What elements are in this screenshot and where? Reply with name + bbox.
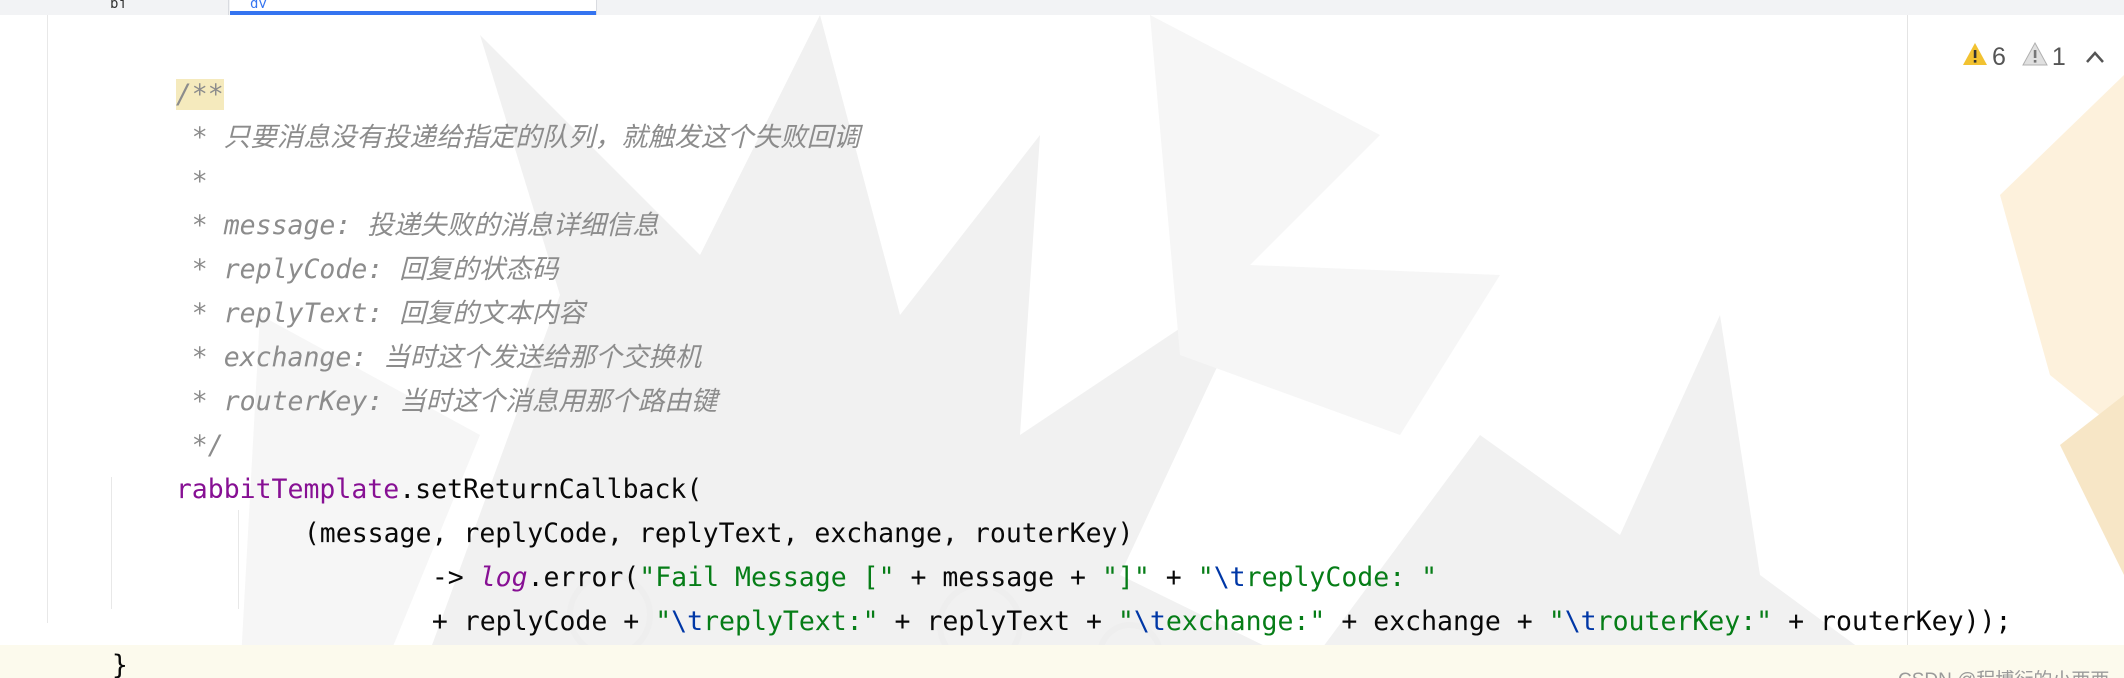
inspections-widget[interactable]: 6 1 <box>1962 39 2106 75</box>
code-line[interactable]: * 只要消息没有投递给指定的队列，就触发这个失败回调 <box>112 72 860 153</box>
closing-brace: } <box>111 650 128 678</box>
code-line[interactable]: * routerKey: 当时这个消息用那个路由键 <box>112 336 717 417</box>
string-literal-quote: " <box>1117 606 1134 637</box>
code-line[interactable]: * message: 投递失败的消息详细信息 <box>112 160 659 241</box>
chevron-up-icon[interactable] <box>2084 43 2106 72</box>
string-literal: routerKey:" <box>1596 606 1773 637</box>
code-line[interactable]: -> log.error("Fail Message [" + message … <box>368 512 1437 593</box>
string-literal: replyText:" <box>703 606 879 637</box>
string-literal: exchange:" <box>1165 606 1326 637</box>
tab-label: gy <box>250 0 267 8</box>
code-line[interactable]: * replyCode: 回复的状态码 <box>112 204 558 285</box>
expression: + routerKey)); <box>1772 606 2012 637</box>
escape-sequence: \t <box>671 606 704 637</box>
weak-warning-icon <box>2022 41 2048 73</box>
string-literal-quote: " <box>655 606 672 637</box>
code-line[interactable]: * <box>112 116 208 197</box>
expression: + exchange + <box>1325 606 1549 637</box>
editor-tab-bar: pj gy <box>0 0 2124 16</box>
code-line[interactable]: */ <box>112 380 224 461</box>
code-line[interactable]: rabbitTemplate.setReturnCallback( <box>112 424 703 505</box>
tab-label: pj <box>110 0 127 8</box>
editor-tab-active[interactable]: gy <box>230 0 597 15</box>
doc-comment-text: 只要消息没有投递给指定的队列，就触发这个失败回调 <box>223 122 860 153</box>
code-line[interactable]: * replyText: 回复的文本内容 <box>112 248 585 329</box>
weak-warning-count: 1 <box>2051 42 2066 71</box>
code-line[interactable]: * exchange: 当时这个发送给那个交换机 <box>112 292 701 373</box>
string-literal-quote: " <box>1548 606 1565 637</box>
escape-sequence: \t <box>1564 606 1597 637</box>
editor-tab[interactable]: pj <box>0 0 229 15</box>
expression: + replyCode + <box>431 606 656 637</box>
expression: + replyText + <box>878 606 1118 637</box>
code-line[interactable]: /** <box>112 29 224 110</box>
doc-comment-text: 当时这个消息用那个路由键 <box>399 386 718 417</box>
warning-icon <box>1962 42 1988 73</box>
code-editor[interactable]: /** * 只要消息没有投递给指定的队列，就触发这个失败回调 * * messa… <box>0 15 2124 678</box>
indent-guide <box>238 510 239 609</box>
escape-sequence: \t <box>1133 606 1166 637</box>
code-line[interactable]: } <box>48 600 128 678</box>
caret-line-highlight <box>0 645 2124 678</box>
csdn-watermark: CSDN @程博衍的小西西 <box>1898 665 2109 678</box>
code-line[interactable]: (message, replyCode, replyText, exchange… <box>240 468 1134 549</box>
warning-count: 6 <box>1992 42 2006 71</box>
indent-guide <box>47 15 48 623</box>
code-line[interactable]: + replyCode + "\treplyText:" + replyText… <box>368 556 2012 637</box>
